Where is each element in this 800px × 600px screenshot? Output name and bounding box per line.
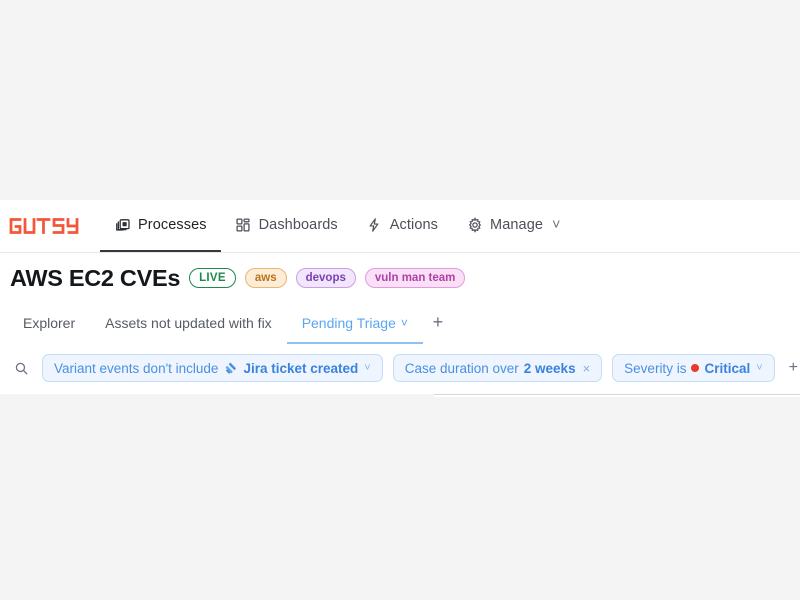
chevron-down-icon[interactable]: ˅ <box>756 362 762 374</box>
page-title: AWS EC2 CVEs <box>10 264 181 291</box>
dashboards-icon <box>235 217 252 234</box>
filter-bar: Variant events don't include Jira ticket… <box>0 344 800 392</box>
nav-item-processes-label: Processes <box>138 217 207 233</box>
status-badge-live: LIVE <box>189 268 236 288</box>
nav-item-manage-label: Manage <box>490 217 544 233</box>
filter-chip-prefix: Severity is <box>624 360 687 376</box>
filter-chip-variant-events[interactable]: Variant events don't include Jira ticket… <box>42 354 383 382</box>
page-backdrop-top <box>0 0 800 200</box>
chevron-down-icon[interactable]: ˅ <box>552 217 561 233</box>
tab-assets-not-updated-with-fix-label: Assets not updated with fix <box>105 314 272 331</box>
search-icon[interactable] <box>10 357 32 379</box>
filter-chip-severity[interactable]: Severity is Critical ˅ <box>612 354 775 382</box>
results-panel-edge <box>434 394 800 397</box>
add-tab-button[interactable]: + <box>423 303 453 344</box>
tag-badge-aws[interactable]: aws <box>244 268 287 288</box>
top-navbar: Processes Dashboards Actions Manage ˅ <box>0 200 800 253</box>
app-surface: Processes Dashboards Actions Manage ˅ AW… <box>0 200 800 394</box>
tab-pending-triage[interactable]: Pending Triage ˅ <box>286 303 423 344</box>
nav-item-dashboards-label: Dashboards <box>258 217 338 233</box>
filter-chip-value: 2 weeks <box>523 360 576 376</box>
add-filter-button[interactable]: + Add filter <box>785 354 800 382</box>
tag-badge-vuln-man-team[interactable]: vuln man team <box>364 268 466 288</box>
jira-icon <box>224 362 237 375</box>
gear-icon <box>466 217 483 234</box>
filter-chip-value: Jira ticket created <box>243 360 359 376</box>
tab-explorer-label: Explorer <box>23 314 76 331</box>
tab-explorer[interactable]: Explorer <box>8 303 90 344</box>
page-header: AWS EC2 CVEs LIVE aws devops vuln man te… <box>0 253 800 303</box>
gutsy-logo[interactable] <box>0 200 100 252</box>
nav-item-dashboards[interactable]: Dashboards <box>221 200 352 252</box>
severity-dot-icon <box>691 364 700 372</box>
filter-chip-prefix: Case duration over <box>404 360 519 376</box>
tag-badge-devops[interactable]: devops <box>295 268 356 288</box>
nav-item-manage[interactable]: Manage ˅ <box>452 200 575 252</box>
chevron-down-icon[interactable]: ˅ <box>364 362 370 374</box>
nav-item-processes[interactable]: Processes <box>100 200 221 252</box>
filter-chip-value: Critical <box>704 360 751 376</box>
primary-nav: Processes Dashboards Actions Manage ˅ <box>100 200 575 252</box>
chevron-down-icon[interactable]: ˅ <box>401 316 408 330</box>
filter-chip-case-duration[interactable]: Case duration over 2 weeks × <box>392 354 603 382</box>
tab-assets-not-updated-with-fix[interactable]: Assets not updated with fix <box>90 303 287 344</box>
tab-strip: Explorer Assets not updated with fix Pen… <box>0 303 800 344</box>
processes-icon <box>114 217 131 234</box>
nav-item-actions[interactable]: Actions <box>352 200 452 252</box>
plus-icon: + <box>788 359 799 376</box>
remove-filter-icon[interactable]: × <box>583 361 591 376</box>
filter-chip-prefix: Variant events don't include <box>54 360 219 376</box>
nav-item-actions-label: Actions <box>389 217 439 233</box>
gutsy-logo-mark <box>9 218 79 234</box>
actions-icon <box>366 217 383 234</box>
screenshot-viewport: Processes Dashboards Actions Manage ˅ AW… <box>0 0 800 600</box>
tab-pending-triage-label: Pending Triage <box>301 314 396 331</box>
